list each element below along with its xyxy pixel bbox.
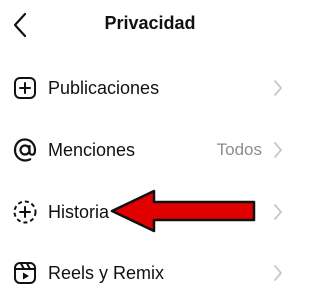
menu-item-label: Menciones (48, 139, 136, 160)
reels-icon (12, 260, 38, 286)
menu-item-label: Historia (48, 201, 110, 222)
chevron-right-icon (272, 141, 284, 159)
chevron-right-icon (272, 264, 284, 282)
menu-item-label: Reels y Remix (48, 262, 165, 283)
at-sign-icon (12, 137, 38, 163)
menu-item-label: Publicaciones (48, 77, 160, 98)
mentions-setting-value: Todos (216, 140, 262, 159)
menu-item-reels-y-remix[interactable]: Reels y Remix (0, 248, 300, 298)
menu-item-publicaciones[interactable]: Publicaciones (0, 63, 300, 113)
page-title: Privacidad (104, 13, 196, 33)
red-arrow-annotation-icon (110, 189, 256, 233)
chevron-right-icon (272, 79, 284, 97)
chevron-right-icon (272, 203, 284, 221)
plus-square-icon (12, 75, 38, 101)
story-add-icon (12, 199, 38, 225)
menu-item-menciones[interactable]: Menciones Todos (0, 125, 300, 175)
header-bar: Privacidad (0, 0, 300, 50)
